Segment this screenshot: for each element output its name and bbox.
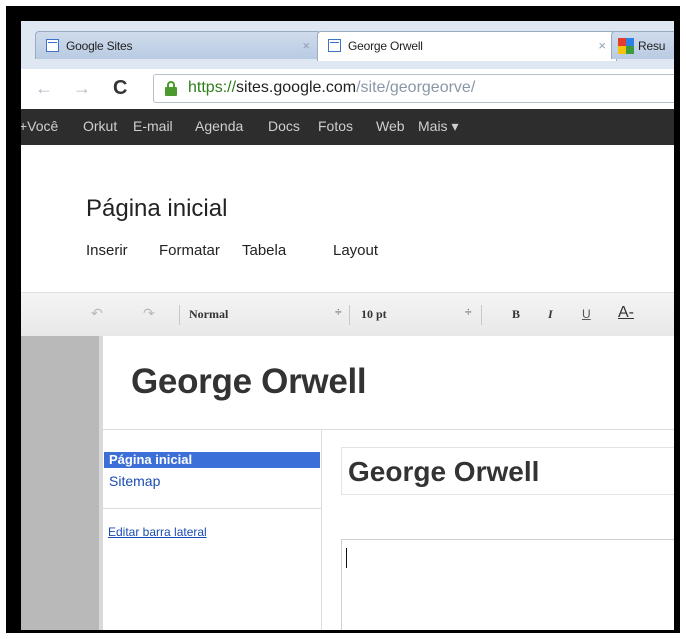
tab-google-sites[interactable]: Google Sites × (35, 31, 321, 59)
sidebar-item-sitemap[interactable]: Sitemap (109, 473, 160, 489)
gbar-item-docs[interactable]: Docs (268, 118, 300, 134)
menu-layout[interactable]: Layout (333, 242, 378, 259)
close-icon[interactable]: × (598, 38, 606, 53)
page-heading: George Orwell (348, 456, 540, 487)
tab-label: Google Sites (66, 39, 133, 53)
url-text: https://sites.google.com/site/georgeorve… (188, 79, 475, 97)
gbar-item-mais[interactable]: Mais ▾ (418, 118, 458, 135)
italic-button[interactable]: I (548, 307, 553, 322)
google-favicon-icon (618, 38, 634, 54)
menu-tabela[interactable]: Tabela (242, 242, 286, 259)
sites-favicon-icon (328, 39, 341, 52)
gbar-item-fotos[interactable]: Fotos (318, 118, 353, 134)
page-header: Página inicial Inserir Formatar Tabela L… (21, 145, 674, 292)
text-caret (346, 548, 347, 568)
tab-george-orwell[interactable]: George Orwell × (317, 31, 617, 61)
back-icon[interactable]: ← (35, 78, 53, 99)
sidebar-divider (103, 508, 321, 509)
tab-label: George Orwell (348, 39, 423, 53)
text-color-button[interactable]: A- (618, 304, 634, 322)
edit-sidebar-link[interactable]: Editar barra lateral (108, 525, 207, 539)
toolbar-divider (481, 305, 482, 325)
browser-window: Google Sites × George Orwell × Resu ← → … (21, 21, 674, 630)
gbar-item-voce[interactable]: +Você (21, 118, 58, 134)
format-toolbar: ↶ ↷ Normal ÷ 10 pt ÷ B I U A- (21, 292, 674, 338)
close-icon[interactable]: × (302, 38, 310, 53)
menu-inserir[interactable]: Inserir (86, 242, 128, 259)
menu-formatar[interactable]: Formatar (159, 242, 220, 259)
forward-icon[interactable]: → (73, 78, 91, 99)
google-bar: +Você Orkut E-mail Agenda Docs Fotos Web… (21, 109, 674, 145)
bold-button[interactable]: B (512, 307, 520, 322)
reload-icon[interactable]: C (113, 77, 127, 100)
redo-icon[interactable]: ↷ (143, 305, 155, 322)
screenshot-frame: Google Sites × George Orwell × Resu ← → … (6, 6, 680, 633)
url-scheme: https:// (188, 79, 237, 96)
sites-favicon-icon (46, 39, 59, 52)
url-path: /site/georgeorve/ (356, 79, 476, 96)
font-size-spinner-icon[interactable]: ÷ (465, 305, 472, 319)
tab-strip: Google Sites × George Orwell × Resu (21, 21, 674, 69)
site-sidebar: Página inicial Sitemap Editar barra late… (103, 430, 322, 630)
underline-button[interactable]: U (582, 307, 591, 321)
gbar-item-orkut[interactable]: Orkut (83, 118, 117, 134)
site-title: George Orwell (131, 362, 367, 401)
lock-icon (164, 81, 178, 96)
sidebar-item-pagina-inicial[interactable]: Página inicial (104, 452, 320, 468)
left-gutter (21, 336, 99, 630)
toolbar-divider (179, 305, 180, 325)
page-title: Página inicial (86, 195, 228, 222)
site-content: George Orwell Página inicial Sitemap Edi… (103, 336, 674, 630)
navigation-bar: ← → C https://sites.google.com/site/geor… (21, 69, 674, 110)
toolbar-divider (349, 305, 350, 325)
sidebar-item-label: Página inicial (109, 452, 193, 467)
undo-icon[interactable]: ↶ (91, 305, 103, 322)
gbar-item-email[interactable]: E-mail (133, 118, 173, 134)
address-bar[interactable]: https://sites.google.com/site/georgeorve… (153, 74, 674, 103)
gbar-item-agenda[interactable]: Agenda (195, 118, 243, 134)
font-size-select[interactable]: 10 pt (361, 307, 387, 322)
gbar-item-web[interactable]: Web (376, 118, 405, 134)
style-select-spinner-icon[interactable]: ÷ (335, 305, 342, 319)
style-select[interactable]: Normal (189, 307, 228, 322)
url-host: sites.google.com (236, 79, 357, 96)
tab-results[interactable]: Resu (611, 31, 674, 59)
page-title-field[interactable]: George Orwell (341, 447, 674, 495)
tab-label: Resu (638, 39, 666, 53)
page-body-editor[interactable] (341, 539, 674, 630)
